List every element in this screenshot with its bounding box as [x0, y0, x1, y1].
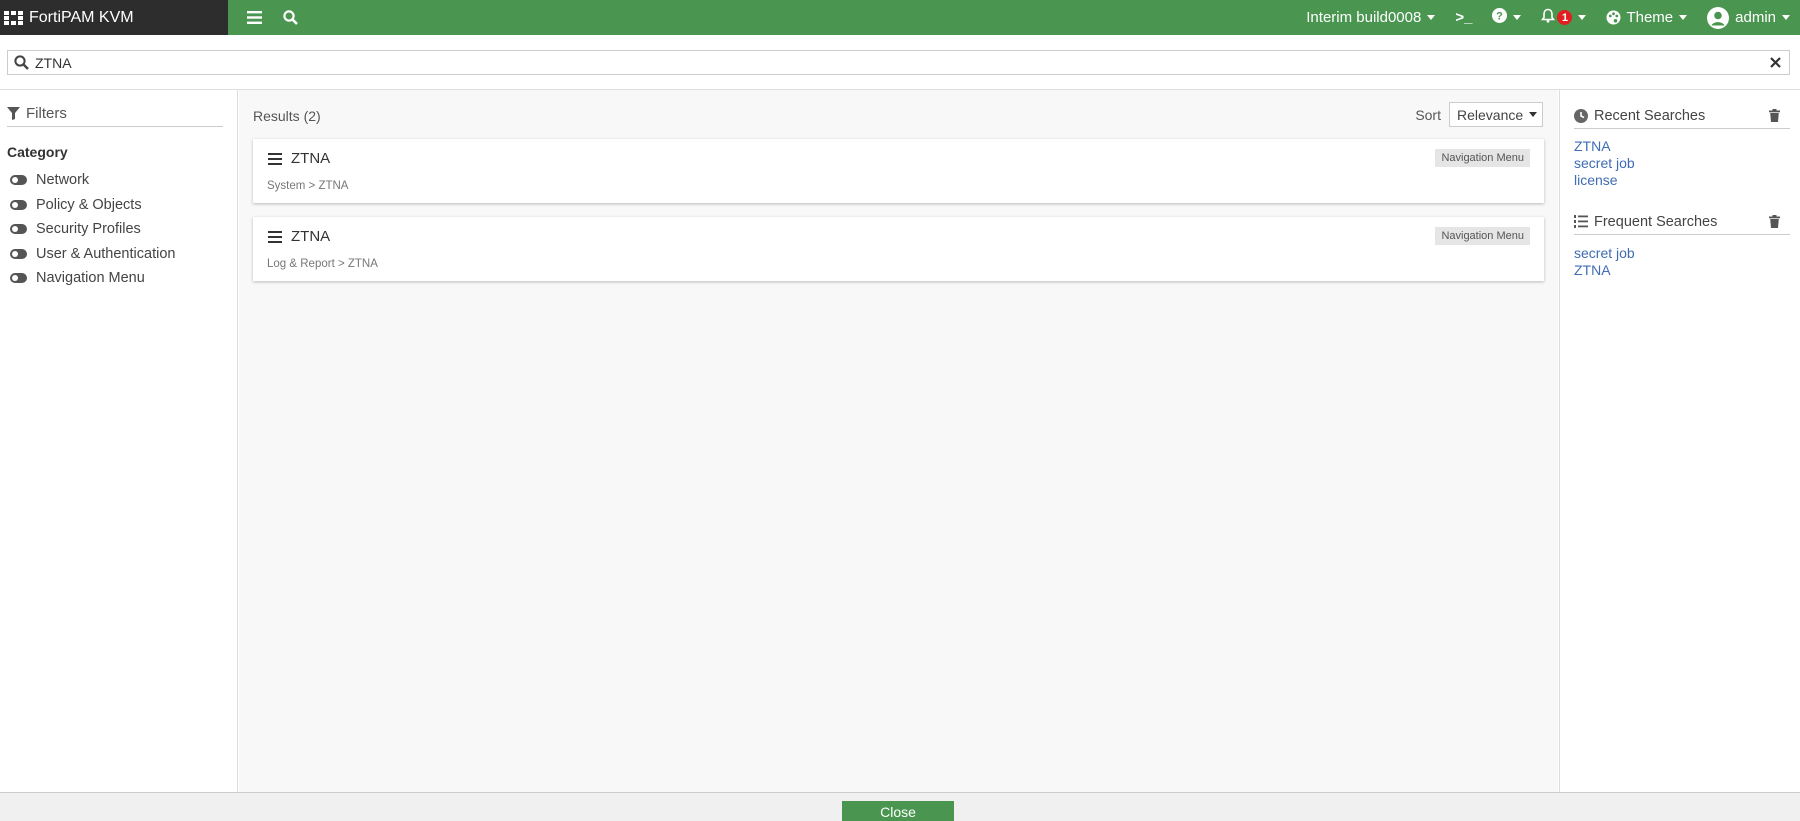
result-card[interactable]: ZTNA System > ZTNA Navigation Menu — [253, 139, 1544, 203]
toggle-switch[interactable] — [10, 199, 27, 210]
recent-searches-header: Recent Searches — [1574, 103, 1790, 129]
notifications-dropdown[interactable]: 1 — [1531, 0, 1596, 35]
sort-control: Sort Relevance — [1415, 102, 1543, 127]
user-avatar-icon — [1707, 6, 1730, 29]
toggle-switch[interactable] — [10, 273, 27, 284]
category-item-security-profiles[interactable]: Security Profiles — [10, 217, 175, 242]
chevron-down-icon — [1578, 15, 1587, 20]
category-label: Policy & Objects — [36, 196, 142, 213]
chevron-down-icon — [1427, 15, 1436, 20]
result-title: ZTNA — [268, 228, 330, 245]
category-title: Category — [7, 144, 68, 160]
user-dropdown[interactable]: admin — [1697, 0, 1800, 35]
user-label: admin — [1735, 9, 1776, 26]
top-bar: FortiPAM KVM Interim build0008 >_ ? 1 Th… — [0, 0, 1800, 35]
result-title: ZTNA — [268, 150, 330, 167]
chevron-down-icon — [1782, 15, 1790, 20]
category-item-network[interactable]: Network — [10, 168, 175, 193]
frequent-searches-title: Frequent Searches — [1594, 213, 1718, 230]
chevron-down-icon — [1679, 15, 1688, 20]
result-title-text: ZTNA — [291, 150, 331, 167]
results-count: Results (2) — [253, 108, 321, 124]
category-item-user-authentication[interactable]: User & Authentication — [10, 242, 175, 267]
category-label: Network — [36, 172, 90, 189]
recent-search-link[interactable]: secret job — [1574, 155, 1635, 172]
sort-select[interactable]: Relevance — [1449, 102, 1543, 127]
chevron-down-icon — [1529, 112, 1538, 117]
result-path: System > ZTNA — [267, 180, 349, 192]
hamburger-menu-icon[interactable] — [236, 0, 272, 35]
category-list: Network Policy & Objects Security Profil… — [10, 168, 175, 291]
help-icon: ? — [1492, 8, 1508, 27]
category-label: User & Authentication — [36, 245, 176, 262]
frequent-search-link[interactable]: secret job — [1574, 245, 1635, 262]
menu-list-icon — [268, 152, 282, 165]
filters-panel: Filters Category Network Policy & Object… — [0, 90, 238, 792]
recent-search-link[interactable]: ZTNA — [1574, 138, 1635, 155]
palette-icon — [1606, 10, 1621, 25]
frequent-search-link[interactable]: ZTNA — [1574, 262, 1635, 279]
cli-console-button[interactable]: >_ — [1445, 0, 1482, 35]
notification-badge: 1 — [1557, 10, 1573, 25]
theme-dropdown[interactable]: Theme — [1596, 0, 1697, 35]
filter-icon — [7, 107, 20, 120]
brand[interactable]: FortiPAM KVM — [0, 0, 228, 35]
result-card[interactable]: ZTNA Log & Report > ZTNA Navigation Menu — [253, 217, 1544, 281]
footer-bar: Close — [0, 792, 1800, 821]
clock-icon — [1574, 108, 1588, 123]
result-path: Log & Report > ZTNA — [267, 258, 378, 270]
result-category-badge: Navigation Menu — [1435, 149, 1530, 167]
svg-text:?: ? — [1497, 11, 1504, 23]
bell-icon — [1541, 8, 1556, 27]
fortinet-logo-icon — [4, 10, 23, 25]
frequent-searches-list: secret job ZTNA — [1574, 245, 1635, 279]
clear-search-icon[interactable] — [1761, 57, 1789, 68]
category-label: Security Profiles — [36, 221, 141, 238]
category-item-navigation-menu[interactable]: Navigation Menu — [10, 266, 175, 291]
build-label: Interim build0008 — [1306, 9, 1422, 26]
search-icon[interactable] — [272, 0, 308, 35]
toggle-switch[interactable] — [10, 175, 27, 186]
recent-searches-title: Recent Searches — [1594, 107, 1706, 124]
global-search-box — [7, 50, 1790, 75]
recent-searches-list: ZTNA secret job license — [1574, 138, 1635, 189]
trash-icon[interactable] — [1769, 109, 1786, 122]
category-label: Navigation Menu — [36, 270, 145, 287]
close-button[interactable]: Close — [842, 801, 954, 821]
category-item-policy-objects[interactable]: Policy & Objects — [10, 193, 175, 218]
ordered-list-icon — [1574, 215, 1588, 228]
filters-header: Filters — [7, 101, 223, 127]
theme-label: Theme — [1626, 9, 1674, 26]
filters-title: Filters — [26, 105, 67, 122]
result-category-badge: Navigation Menu — [1435, 227, 1530, 245]
toggle-switch[interactable] — [10, 248, 27, 259]
search-input[interactable] — [35, 54, 1761, 71]
build-dropdown[interactable]: Interim build0008 — [1296, 0, 1445, 35]
sort-value: Relevance — [1457, 106, 1524, 123]
trash-icon[interactable] — [1769, 215, 1786, 228]
toggle-switch[interactable] — [10, 224, 27, 235]
menu-list-icon — [268, 230, 282, 243]
terminal-icon: >_ — [1455, 9, 1473, 26]
help-dropdown[interactable]: ? — [1482, 0, 1531, 35]
result-title-text: ZTNA — [291, 228, 331, 245]
sort-label: Sort — [1415, 106, 1441, 123]
search-icon — [14, 55, 29, 70]
search-history-panel: Recent Searches ZTNA secret job license … — [1559, 90, 1800, 792]
brand-label: FortiPAM KVM — [29, 8, 134, 26]
results-panel: Results (2) Sort Relevance ZTNA System >… — [239, 90, 1558, 792]
frequent-searches-header: Frequent Searches — [1574, 209, 1790, 235]
chevron-down-icon — [1513, 15, 1522, 20]
recent-search-link[interactable]: license — [1574, 172, 1635, 189]
